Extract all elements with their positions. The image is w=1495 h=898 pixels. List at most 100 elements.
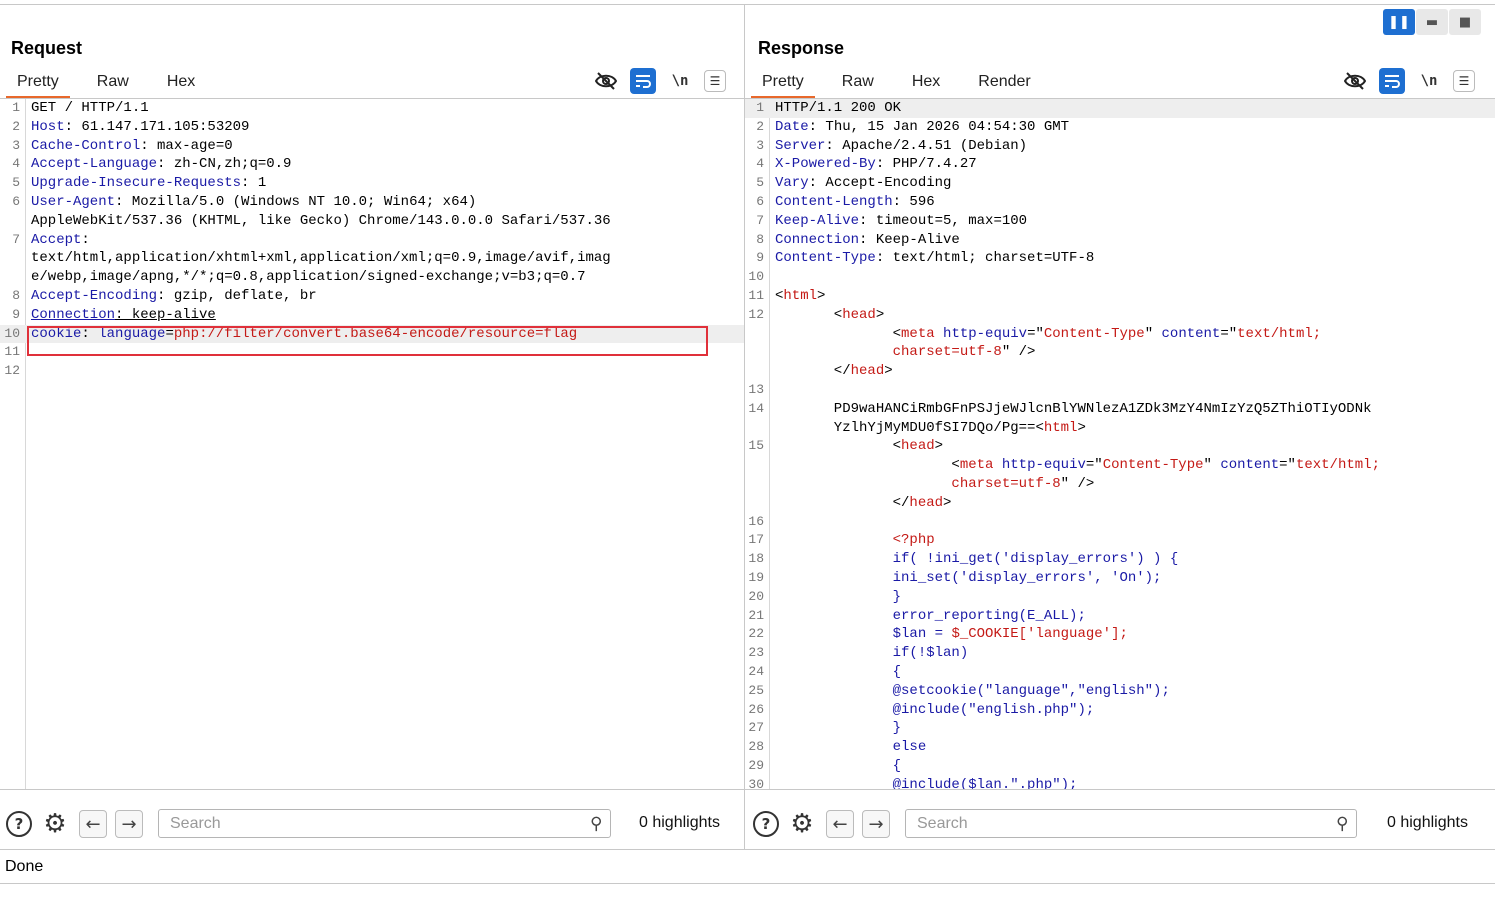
- request-toolbar: \n ☰: [593, 68, 737, 94]
- line-number: 8: [12, 287, 20, 303]
- help-icon[interactable]: ?: [4, 809, 34, 839]
- line-number: [0, 249, 24, 268]
- search-input[interactable]: [159, 810, 559, 837]
- line-text: Accept-Language: zh-CN,zh;q=0.9: [24, 155, 744, 174]
- code-token: >: [1077, 419, 1086, 436]
- line-text: {: [768, 663, 1495, 682]
- code-token: >: [884, 363, 893, 380]
- menu-icon[interactable]: ☰: [704, 70, 726, 92]
- code-line: <meta http-equiv="Content-Type" content=…: [745, 456, 1495, 475]
- code-line: 12 <head>: [745, 306, 1495, 325]
- tab-hex[interactable]: Hex: [901, 69, 951, 99]
- line-text: [24, 362, 744, 381]
- tab-raw[interactable]: Raw: [86, 69, 140, 99]
- line-number: 28: [748, 739, 764, 755]
- code-line: 2 Date: Thu, 15 Jan 2026 04:54:30 GMT: [745, 118, 1495, 137]
- code-token: Keep-Alive: [775, 212, 860, 229]
- line-number: 25: [748, 682, 764, 698]
- help-icon[interactable]: ?: [751, 809, 781, 839]
- request-editor[interactable]: 1 GET / HTTP/1.1 2 Host: 61.147.171.105:532…: [0, 99, 744, 789]
- code-token: }: [775, 588, 902, 605]
- response-editor[interactable]: 1 HTTP/1.1 200 OK 2 Date: Thu, 15 Jan 2026 …: [745, 99, 1495, 789]
- code-line: 6 User-Agent: Mozilla/5.0 (Windows NT 10.…: [0, 193, 744, 212]
- code-token: Connection: [31, 306, 116, 323]
- line-number: 10: [4, 325, 20, 341]
- code-token: <: [775, 438, 902, 455]
- line-text: @include("english.php");: [768, 701, 1495, 720]
- arrow-right-icon[interactable]: →: [114, 809, 144, 839]
- eye-off-icon[interactable]: [1342, 68, 1368, 94]
- code-line: 13: [745, 381, 1495, 400]
- request-tabs: Pretty Raw Hex: [6, 69, 222, 99]
- line-text: YzlhYjMyMDU0fSI7DQo/Pg==<html>: [768, 419, 1495, 438]
- tab-pretty[interactable]: Pretty: [751, 69, 815, 99]
- search-input[interactable]: [906, 810, 1306, 837]
- code-token: : max-age=0: [140, 137, 233, 154]
- response-title: Response: [758, 38, 845, 58]
- arrow-left-icon[interactable]: ←: [825, 809, 855, 839]
- eye-off-icon[interactable]: [593, 68, 619, 94]
- code-token: $_COOKIE['language'];: [951, 626, 1128, 643]
- code-token: ini_set('display_errors', 'On');: [775, 569, 1162, 586]
- line-number: 17: [748, 532, 764, 548]
- code-line: 11 <html>: [745, 287, 1495, 306]
- code-line: 15 <head>: [745, 437, 1495, 456]
- menu-icon[interactable]: ☰: [1453, 70, 1475, 92]
- newline-toggle[interactable]: \n: [667, 68, 693, 94]
- code-token: text/html,application/xhtml+xml,applicat…: [31, 250, 611, 267]
- code-token: : zh-CN,zh;q=0.9: [157, 156, 292, 173]
- line-number: 4: [12, 156, 20, 172]
- code-line: 1 GET / HTTP/1.1: [0, 99, 744, 118]
- code-line: 9 Connection: keep-alive: [0, 306, 744, 325]
- line-text: $lan = $_COOKIE['language'];: [768, 625, 1495, 644]
- response-tabs: Pretty Raw Hex Render: [751, 69, 1058, 99]
- code-token: Upgrade-Insecure-Requests: [31, 175, 242, 192]
- tab-render[interactable]: Render: [967, 69, 1041, 99]
- code-token: =": [1279, 457, 1296, 474]
- line-number: [745, 362, 768, 381]
- line-number: 3: [756, 137, 764, 153]
- line-text: <head>: [768, 306, 1495, 325]
- line-number: 15: [748, 438, 764, 454]
- code-line: 8 Connection: Keep-Alive: [745, 231, 1495, 250]
- request-title: Request: [11, 38, 83, 58]
- search-icon[interactable]: ⚲: [1336, 814, 1348, 834]
- line-text: <meta http-equiv="Content-Type" content=…: [768, 325, 1495, 344]
- code-token: : 1: [241, 175, 267, 192]
- line-number: 12: [748, 306, 764, 322]
- line-number: [0, 268, 24, 287]
- line-number: 5: [756, 175, 764, 191]
- code-line: 6 Content-Length: 596: [745, 193, 1495, 212]
- gear-icon[interactable]: ⚙: [40, 809, 70, 839]
- code-token: =": [1085, 457, 1103, 474]
- code-line: 14 PD9waHANCiRmbGFnPSJjeWJlcnBlYWNlezA1Z…: [745, 400, 1495, 419]
- tab-hex[interactable]: Hex: [156, 69, 206, 99]
- code-line: 26 @include("english.php");: [745, 701, 1495, 720]
- line-number: 3: [12, 137, 20, 153]
- tab-pretty[interactable]: Pretty: [6, 69, 70, 99]
- newline-toggle[interactable]: \n: [1416, 68, 1442, 94]
- arrow-left-icon[interactable]: ←: [78, 809, 108, 839]
- line-number: [0, 212, 24, 231]
- code-token: <: [775, 457, 960, 474]
- code-token: e/webp,image/apng,*/*;q=0.8,application/…: [31, 269, 586, 286]
- code-line: 24 {: [745, 663, 1495, 682]
- tab-raw[interactable]: Raw: [831, 69, 885, 99]
- arrow-right-icon[interactable]: →: [861, 809, 891, 839]
- line-text: Upgrade-Insecure-Requests: 1: [24, 174, 744, 193]
- code-token: >: [943, 494, 952, 511]
- search-icon[interactable]: ⚲: [590, 814, 602, 834]
- code-token: >: [934, 438, 944, 455]
- line-number: 14: [748, 400, 764, 416]
- gear-icon[interactable]: ⚙: [787, 809, 817, 839]
- line-number: 4: [756, 156, 764, 172]
- code-line: 10: [745, 268, 1495, 287]
- line-text: Content-Length: 596: [768, 193, 1495, 212]
- code-line: </head>: [745, 494, 1495, 513]
- wrap-icon[interactable]: [630, 68, 656, 94]
- line-text: GET / HTTP/1.1: [24, 99, 744, 118]
- code-token: YzlhYjMyMDU0fSI7DQo/Pg==<: [775, 419, 1044, 436]
- line-number: 24: [748, 663, 764, 679]
- line-text: charset=utf-8" />: [768, 343, 1495, 362]
- wrap-icon[interactable]: [1379, 68, 1405, 94]
